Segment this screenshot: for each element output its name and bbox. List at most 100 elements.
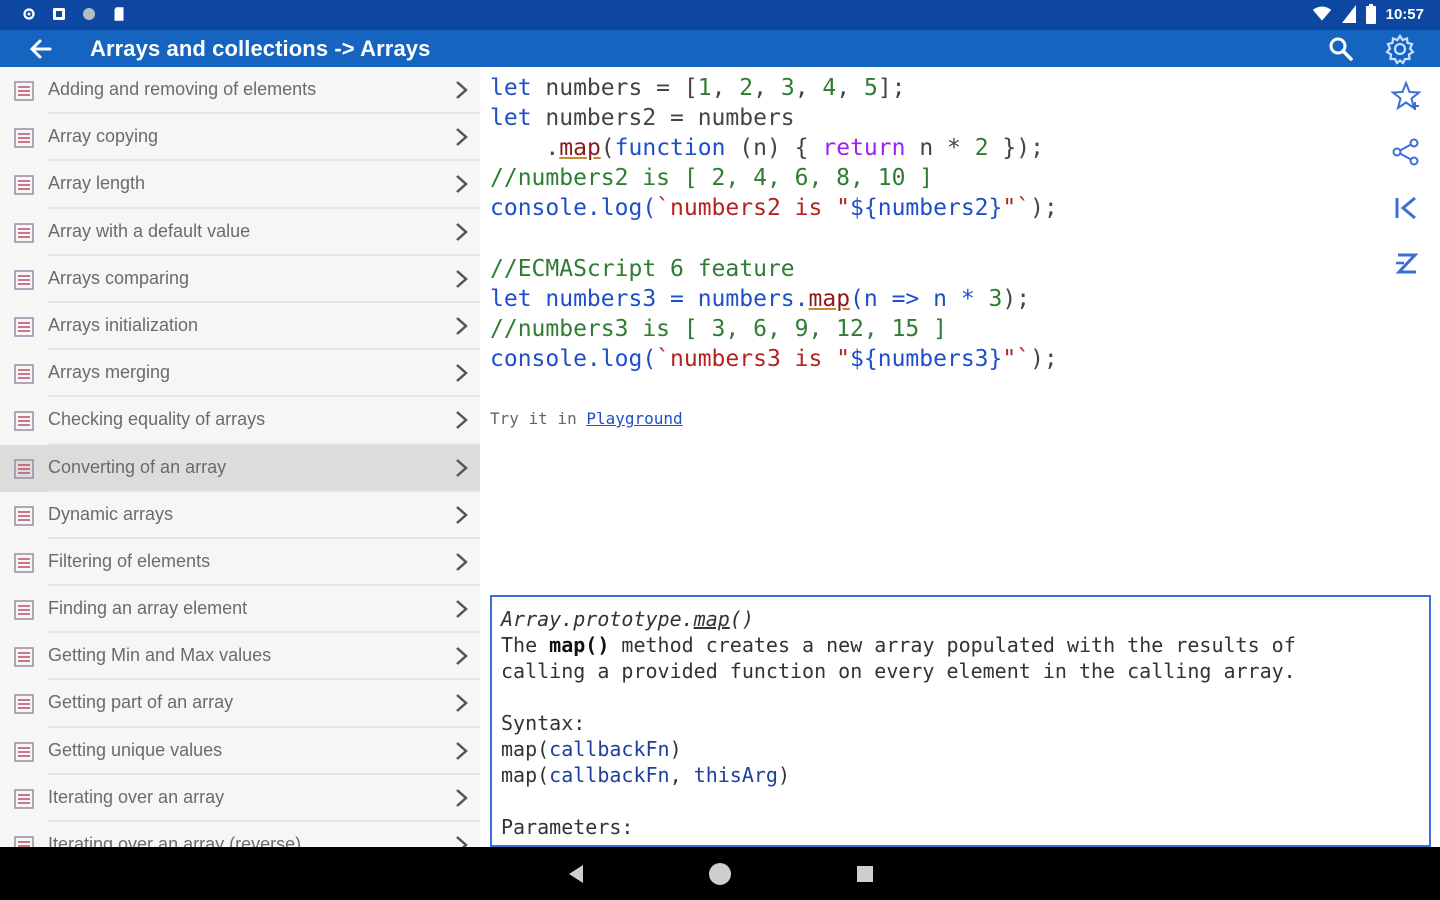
signal-icon — [1341, 5, 1356, 23]
list-item[interactable]: Arrays comparing — [0, 256, 480, 303]
chevron-right-icon — [456, 600, 468, 618]
first-page-icon[interactable] — [1390, 192, 1422, 224]
share-icon[interactable] — [1390, 136, 1422, 168]
wifi-icon — [1312, 6, 1331, 21]
system-nav-bar — [0, 847, 1440, 900]
code-line-8: //numbers3 is [ 3, 6, 9, 12, 15 ] — [490, 316, 947, 342]
status-time: 10:57 — [1385, 5, 1424, 23]
list-item-label: Getting Min and Max values — [48, 645, 272, 666]
list-item[interactable]: Adding and removing of elements — [0, 67, 480, 115]
document-icon — [14, 789, 34, 809]
recents-nav-icon[interactable] — [852, 861, 878, 887]
doc-syntax-1: map(callbackFn) — [501, 737, 682, 761]
list-item[interactable]: Getting Min and Max values — [0, 633, 480, 681]
try-it-prefix: Try it in — [490, 409, 587, 428]
chevron-right-icon — [456, 788, 468, 807]
code-line-9: console.log(`numbers3 is "${numbers3}"`)… — [490, 346, 1058, 372]
chevron-right-icon — [456, 317, 468, 335]
document-icon — [14, 458, 34, 479]
list-item-label: Getting part of an array — [48, 692, 234, 713]
list-item-label: Adding and removing of elements — [48, 79, 317, 99]
document-icon — [14, 128, 34, 148]
list-item[interactable]: Getting unique values — [0, 728, 480, 775]
document-icon — [14, 647, 34, 667]
page-title: Arrays and collections -> Arrays — [90, 36, 431, 61]
list-item[interactable]: Iterating over an array — [0, 775, 480, 822]
documentation-panel: Array.prototype.map() The map() method c… — [490, 595, 1431, 847]
document-icon — [14, 600, 34, 620]
settings-icon[interactable] — [1383, 32, 1417, 66]
list-item-label: Converting of an array — [48, 456, 227, 477]
back-nav-icon[interactable] — [563, 861, 589, 887]
document-icon — [14, 175, 34, 196]
doc-syntax-heading: Syntax: — [501, 711, 586, 735]
document-icon — [14, 505, 34, 526]
chevron-right-icon — [456, 81, 468, 99]
star-icon[interactable] — [1390, 80, 1422, 112]
chevron-right-icon — [456, 269, 468, 288]
code-line-6: //ECMAScript 6 feature — [490, 256, 795, 282]
list-item[interactable]: Array with a default value — [0, 209, 480, 256]
list-item-label: Array length — [48, 173, 146, 194]
chevron-right-icon — [456, 836, 468, 847]
chevron-right-icon — [456, 741, 468, 760]
chevron-right-icon — [456, 175, 468, 194]
list-item-label: Arrays comparing — [48, 267, 190, 288]
doc-parameters-heading: Parameters: — [501, 815, 634, 839]
list-item[interactable]: Filtering of elements — [0, 539, 480, 587]
home-nav-icon[interactable] — [707, 861, 733, 887]
list-item[interactable]: Arrays merging — [0, 350, 480, 398]
doc-title: Array.prototype.map() — [501, 607, 754, 631]
list-item-label: Filtering of elements — [48, 550, 211, 571]
list-item-label: Iterating over an array — [48, 786, 225, 807]
document-icon — [14, 364, 34, 384]
playground-link[interactable]: Playground — [586, 409, 682, 428]
chevron-right-icon — [456, 647, 468, 666]
document-icon — [14, 741, 34, 762]
list-item[interactable]: Checking equality of arrays — [0, 397, 480, 445]
list-item[interactable]: Finding an array element — [0, 586, 480, 634]
list-item-label: Arrays merging — [48, 362, 171, 383]
document-icon — [14, 553, 34, 573]
document-icon — [14, 411, 34, 432]
doc-description-2: calling a provided function on every ele… — [501, 659, 1296, 683]
status-right: 10:57 — [1312, 4, 1424, 24]
doc-syntax-2: map(callbackFn, thisArg) — [501, 763, 791, 787]
back-arrow-icon[interactable] — [26, 35, 56, 63]
topic-list: Adding and removing of elements Array cop… — [0, 67, 480, 847]
battery-icon — [1365, 4, 1376, 24]
list-item[interactable]: Array length — [0, 161, 480, 209]
document-icon — [14, 317, 34, 337]
chevron-right-icon — [456, 458, 468, 477]
list-item[interactable]: Getting part of an array — [0, 680, 480, 728]
code-viewer: let numbers = [1, 2, 3, 4, 5]; let numbe… — [480, 67, 1380, 587]
document-icon — [14, 836, 34, 847]
code-line-7: let numbers3 = numbers.map(n => n * 3); — [490, 286, 1031, 312]
try-it-text: Try it in Playground — [490, 409, 683, 428]
document-icon — [14, 81, 34, 101]
chevron-right-icon — [456, 222, 468, 241]
list-item[interactable]: Arrays initialization — [0, 303, 480, 351]
chevron-right-icon — [456, 364, 468, 383]
chevron-right-icon — [456, 552, 468, 571]
list-item[interactable]: Iterating over an array (reverse) — [0, 822, 480, 847]
code-line-3: .map(function (n) { return n * 2 }); — [490, 135, 1044, 161]
chevron-right-icon — [456, 505, 468, 524]
sd-card-icon — [114, 7, 124, 21]
app-bar: Arrays and collections -> Arrays — [0, 30, 1440, 67]
document-icon — [14, 694, 34, 715]
status-left-icons — [20, 5, 128, 23]
list-item-label: Finding an array element — [48, 598, 248, 619]
status-bar: 10:57 — [0, 0, 1440, 30]
list-item[interactable]: Converting of an array — [0, 444, 480, 492]
list-item[interactable]: Dynamic arrays — [0, 492, 480, 539]
settings-icon — [23, 8, 35, 20]
code-line-2: let numbers2 = numbers — [490, 105, 795, 131]
sort-az-icon[interactable] — [1390, 248, 1422, 280]
code-line-1: let numbers = [1, 2, 3, 4, 5]; — [490, 75, 906, 101]
list-item-label: Checking equality of arrays — [48, 409, 266, 430]
doc-description-1: The map() method creates a new array pop… — [501, 633, 1296, 657]
code-line-4: //numbers2 is [ 2, 4, 6, 8, 10 ] — [490, 165, 934, 191]
list-item[interactable]: Array copying — [0, 114, 480, 162]
search-icon[interactable] — [1326, 34, 1356, 64]
